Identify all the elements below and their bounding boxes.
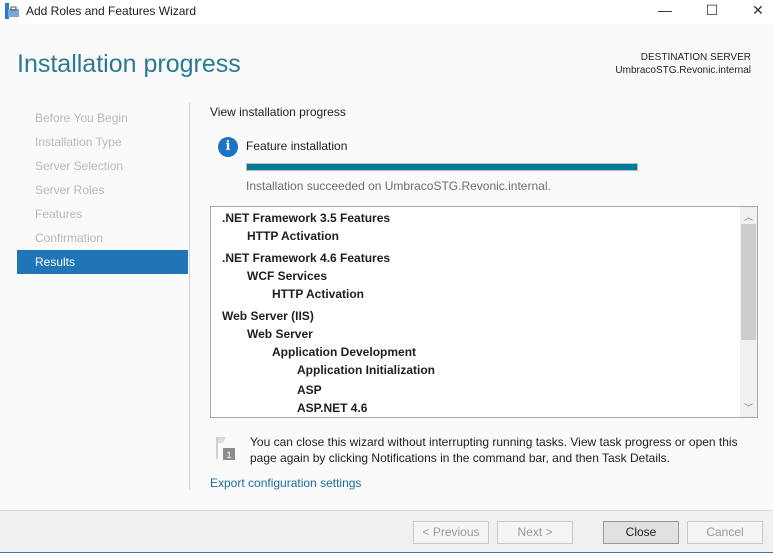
feature-item: HTTP Activation <box>272 287 365 301</box>
feature-results-list[interactable]: .NET Framework 3.5 Features HTTP Activati… <box>210 206 758 418</box>
feature-item: .NET Framework 4.6 Features <box>222 251 391 265</box>
feature-item: .NET Framework 3.5 Features <box>222 211 391 225</box>
feature-item: Application Initialization <box>297 363 435 377</box>
title-bar: Add Roles and Features Wizard — ☐ ✕ <box>0 0 773 24</box>
info-note: You can close this wizard without interr… <box>250 435 738 465</box>
window-title: Add Roles and Features Wizard <box>26 4 197 18</box>
next-button[interactable]: Next > <box>497 521 573 544</box>
maximize-button[interactable]: ☐ <box>697 2 727 20</box>
nav-item-results[interactable]: Results <box>17 250 188 274</box>
export-configuration-link[interactable]: Export configuration settings <box>210 476 361 490</box>
minimize-button[interactable]: — <box>650 2 680 20</box>
nav-item-server-selection[interactable]: Server Selection <box>17 154 188 178</box>
close-window-button[interactable]: ✕ <box>743 2 773 20</box>
scroll-thumb[interactable] <box>741 224 756 340</box>
feature-item: ASP.NET 4.6 <box>297 401 368 415</box>
previous-button[interactable]: < Previous <box>413 521 489 544</box>
cancel-button[interactable]: Cancel <box>687 521 763 544</box>
nav-item-confirmation[interactable]: Confirmation <box>17 226 188 250</box>
scrollbar[interactable]: ︿ ﹀ <box>740 207 757 417</box>
nav-item-server-roles[interactable]: Server Roles <box>17 178 188 202</box>
feature-item: Application Development <box>272 345 417 359</box>
server-manager-icon <box>5 3 19 19</box>
feature-item: HTTP Activation <box>247 229 340 243</box>
destination-server-value: UmbracoSTG.Revonic.internal <box>615 65 751 76</box>
feature-item: WCF Services <box>247 269 328 283</box>
section-subtitle: View installation progress <box>210 105 346 119</box>
bottom-edge <box>0 552 773 558</box>
notification-badge: 1 <box>226 450 231 460</box>
nav-item-features[interactable]: Features <box>17 202 188 226</box>
feature-item: ASP <box>297 383 322 397</box>
info-icon: i <box>218 137 238 157</box>
nav-item-installation-type[interactable]: Installation Type <box>17 130 188 154</box>
status-text: Installation succeeded on UmbracoSTG.Rev… <box>246 179 551 193</box>
divider <box>189 103 190 490</box>
progress-fill <box>247 164 637 170</box>
notification-flag-icon: 1 <box>216 437 235 460</box>
feature-item: Web Server (IIS) <box>222 309 314 323</box>
nav-item-before-you-begin[interactable]: Before You Begin <box>17 106 188 130</box>
page-title: Installation progress <box>17 50 241 78</box>
destination-server-label: DESTINATION SERVER <box>640 52 751 63</box>
close-button[interactable]: Close <box>603 521 679 544</box>
feature-installation-label: Feature installation <box>246 139 348 153</box>
feature-item: Web Server <box>247 327 313 341</box>
scroll-down-icon[interactable]: ﹀ <box>740 401 757 414</box>
scroll-up-icon[interactable]: ︿ <box>740 210 757 223</box>
progress-bar <box>246 163 638 171</box>
